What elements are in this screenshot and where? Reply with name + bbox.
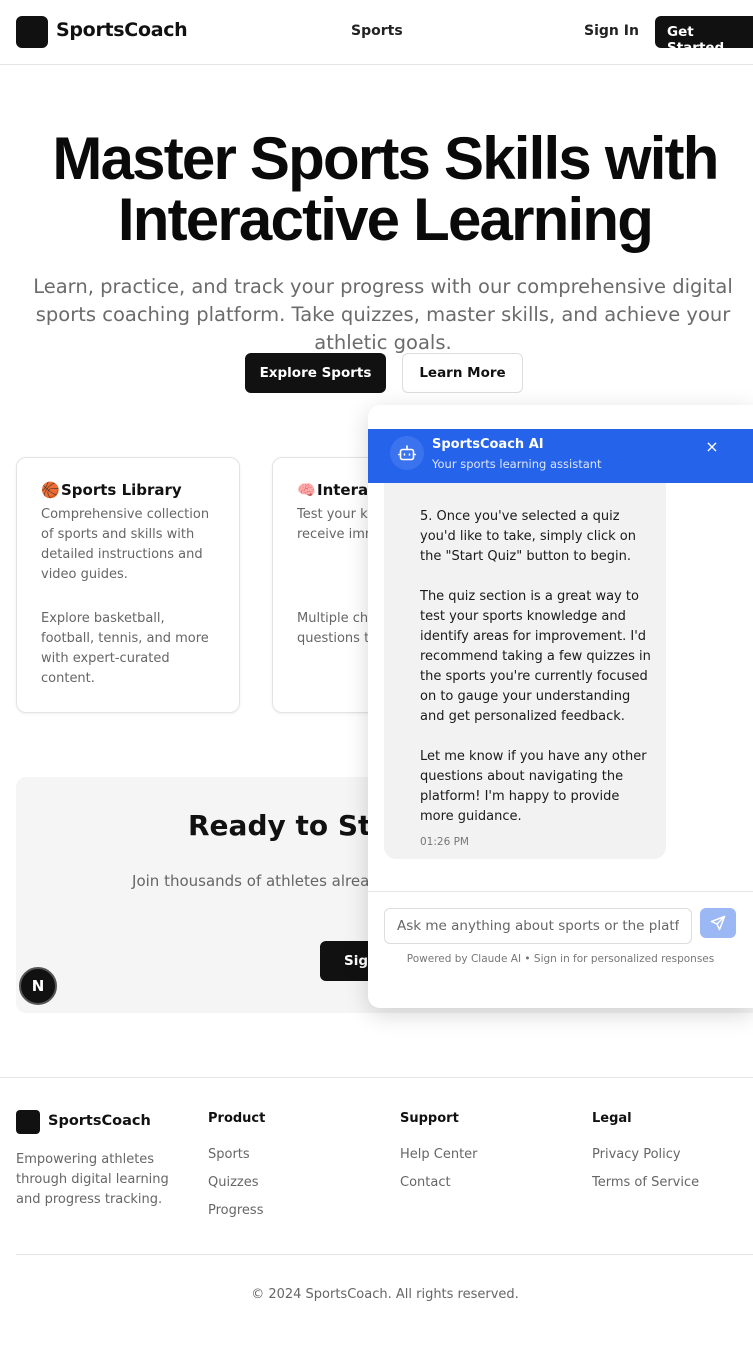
feature-card-description: Comprehensive collection of sports and s… [41, 507, 210, 582]
brain-icon: 🧠 [297, 481, 316, 499]
feature-card-detail: Explore basketball, football, tennis, an… [41, 611, 209, 686]
footer-link-help-center[interactable]: Help Center [400, 1147, 478, 1162]
feature-card-sports-library: 🏀Sports Library Comprehensive collection… [16, 457, 240, 713]
assistant-message: 5. Once you've selected a quiz you'd lik… [384, 483, 666, 859]
footer-link-quizzes[interactable]: Quizzes [208, 1175, 259, 1190]
logo-text[interactable]: SportsCoach [56, 19, 188, 41]
learn-more-button[interactable]: Learn More [402, 353, 523, 393]
bot-icon [390, 436, 424, 470]
message-paragraph: The quiz section is a great way to test … [420, 589, 651, 724]
chat-footer-note: Powered by Claude AI • Sign in for perso… [406, 953, 715, 965]
logo-mark[interactable] [16, 16, 48, 48]
footer-link-sports[interactable]: Sports [208, 1147, 250, 1162]
feature-card-title-text: Sports Library [61, 481, 182, 499]
dev-tools-badge[interactable]: N [19, 967, 57, 1005]
send-icon [710, 915, 726, 931]
footer-column-title-product: Product [208, 1111, 266, 1126]
hero-title: Master Sports Skills with Interactive Le… [52, 125, 719, 253]
chat-subtitle: Your sports learning assistant [432, 457, 602, 471]
sign-in-link[interactable]: Sign In [584, 23, 639, 39]
basketball-icon: 🏀 [41, 481, 60, 499]
message-paragraph: 5. Once you've selected a quiz you'd lik… [420, 509, 636, 564]
footer-link-progress[interactable]: Progress [208, 1203, 263, 1218]
send-button[interactable] [700, 908, 736, 938]
footer-logo-mark [16, 1110, 40, 1134]
chat-header: SportsCoach AI Your sports learning assi… [368, 429, 753, 483]
hero-subtitle: Learn, practice, and track your progress… [33, 275, 733, 354]
message-timestamp: 01:26 PM [420, 836, 469, 848]
footer-link-privacy-policy[interactable]: Privacy Policy [592, 1147, 681, 1162]
chat-widget: SportsCoach AI Your sports learning assi… [368, 405, 753, 1008]
footer-column-title-legal: Legal [592, 1111, 632, 1126]
explore-sports-button[interactable]: Explore Sports [245, 353, 386, 393]
nav-link-sports[interactable]: Sports [351, 23, 403, 39]
feature-card-title: 🏀Sports Library [41, 481, 182, 499]
message-paragraph: Let me know if you have any other questi… [420, 749, 647, 824]
footer-link-contact[interactable]: Contact [400, 1175, 451, 1190]
site-header: SportsCoach Sports Sign In Get Started [0, 0, 753, 65]
chat-title: SportsCoach AI [432, 437, 544, 452]
chat-divider [368, 891, 753, 892]
footer-link-terms-of-service[interactable]: Terms of Service [592, 1175, 699, 1190]
feature-card-title: 🧠Interac [297, 481, 377, 499]
chat-input[interactable] [384, 908, 692, 944]
get-started-button[interactable]: Get Started [655, 16, 753, 56]
footer-column-title-support: Support [400, 1111, 459, 1126]
close-icon[interactable]: × [704, 439, 720, 455]
footer-divider [0, 1077, 753, 1078]
footer-description: Empowering athletes through digital lear… [16, 1152, 169, 1207]
footer-logo-text: SportsCoach [48, 1113, 151, 1129]
copyright: © 2024 SportsCoach. All rights reserved. [251, 1287, 519, 1302]
footer-bottom-divider [16, 1254, 753, 1255]
